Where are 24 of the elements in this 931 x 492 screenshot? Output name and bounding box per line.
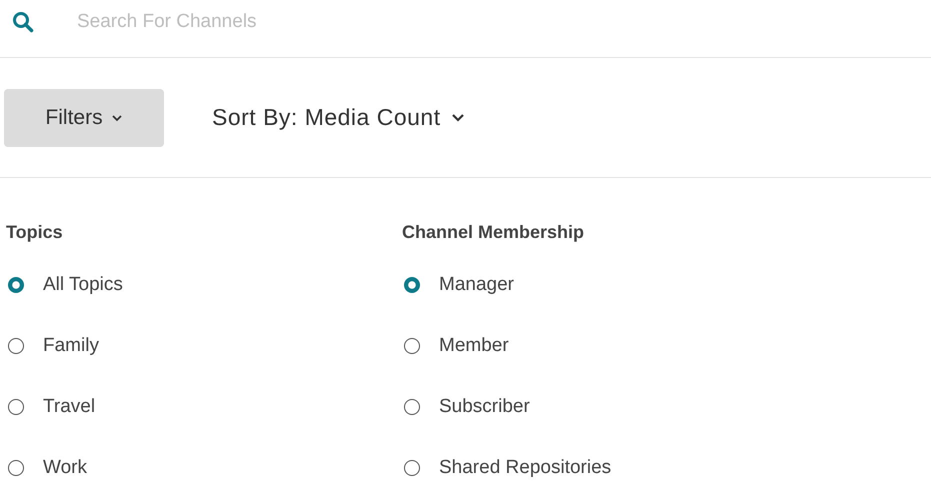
radio-button[interactable] [8,276,24,292]
search-field[interactable]: Search For Channels [75,10,479,34]
radio-button[interactable] [8,460,24,476]
radio-label: Member [439,334,509,356]
radio-button[interactable] [404,460,420,476]
filters-button[interactable]: Filters [4,88,164,146]
chevron-icon [110,114,123,122]
sort-dropdown[interactable]: Sort By: Media Count [212,104,465,131]
radio-label: Family [43,334,99,356]
radio-label: Shared Repositories [439,456,612,478]
radio-label: All Topics [43,274,123,296]
radio-label: Travel [43,396,96,418]
radio-button[interactable] [404,276,420,292]
group-heading: Channel Membership [402,222,586,244]
radio-label: Manager [439,274,514,296]
radio-button[interactable] [8,398,24,414]
radio-label: Subscriber [439,396,530,418]
group-heading: Topics [6,222,64,244]
radio-button[interactable] [404,398,420,414]
radio-label: Work [43,456,87,478]
chevron-icon [450,113,465,122]
radio-button[interactable] [8,338,24,354]
search-icon [12,10,34,32]
radio-button[interactable] [404,338,420,354]
